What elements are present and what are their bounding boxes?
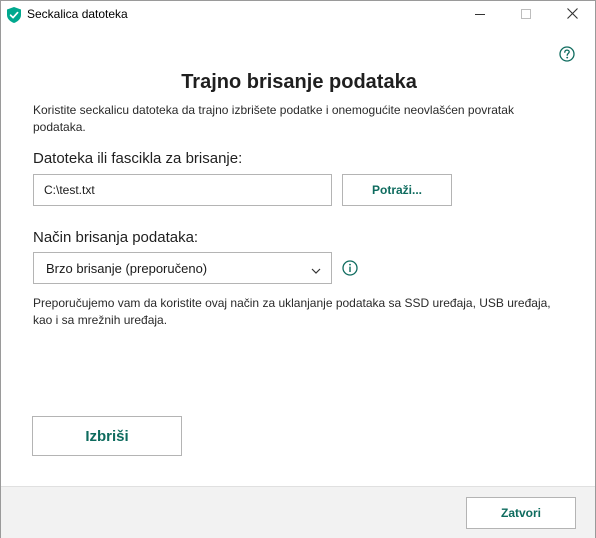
- page-title: Trajno brisanje podataka: [181, 71, 417, 93]
- file-path-input[interactable]: C:\test.txt: [33, 174, 332, 206]
- method-label: Način brisanja podataka:: [33, 229, 199, 246]
- window-title: Seckalica datoteka: [27, 7, 128, 21]
- chevron-down-icon: [311, 264, 321, 274]
- page-description: Koristite seckalicu datoteka da trajno i…: [33, 103, 514, 134]
- method-selected-value: Brzo brisanje (preporučeno): [46, 260, 208, 276]
- close-icon: [566, 6, 578, 24]
- help-icon[interactable]: [559, 46, 575, 62]
- close-window-button[interactable]: [549, 1, 595, 29]
- maximize-button[interactable]: [503, 1, 549, 29]
- method-dropdown[interactable]: Brzo brisanje (preporučeno): [33, 252, 332, 284]
- delete-button[interactable]: Izbriši: [32, 416, 182, 456]
- file-label: Datoteka ili fascikla za brisanje:: [33, 150, 243, 167]
- minimize-button[interactable]: [457, 1, 503, 29]
- minimize-icon: [475, 6, 485, 24]
- maximize-icon: [521, 6, 531, 24]
- kaspersky-shield-icon: [7, 7, 21, 23]
- close-button[interactable]: Zatvori: [466, 497, 576, 529]
- footer-bar: Zatvori: [1, 486, 595, 538]
- app-window: Seckalica datoteka Trajno brisanje podat…: [0, 0, 596, 538]
- info-icon[interactable]: [342, 260, 358, 276]
- browse-button[interactable]: Potraži...: [342, 174, 452, 206]
- title-bar[interactable]: Seckalica datoteka: [1, 1, 595, 29]
- method-note: Preporučujemo vam da koristite ovaj nači…: [33, 296, 551, 327]
